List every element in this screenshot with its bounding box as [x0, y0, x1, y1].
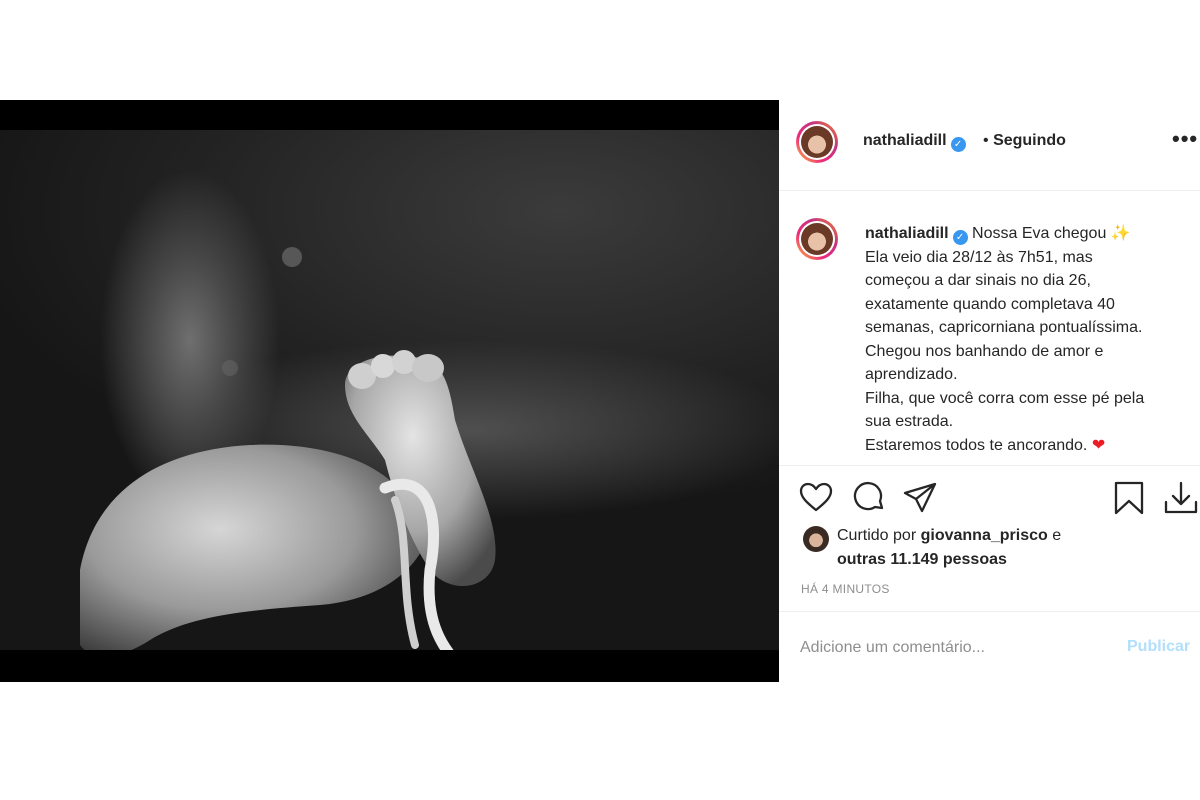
actions-divider — [779, 465, 1200, 466]
caption-last-line: Estaremos todos te ancorando. ❤ — [865, 434, 1195, 458]
download-icon[interactable] — [1163, 480, 1199, 516]
caption-line-1: nathaliadill ✓ Nossa Eva chegou ✨ — [865, 222, 1195, 246]
following-label[interactable]: Seguindo — [993, 132, 1066, 149]
sparkle-emoji-icon: ✨ — [1110, 225, 1131, 242]
post-photo[interactable] — [0, 100, 779, 682]
caption-avatar[interactable] — [796, 218, 838, 260]
caption-text: semanas, capricorniana pontualíssima. — [865, 319, 1143, 336]
caption-text: sua estrada. — [865, 413, 954, 430]
bookmark-icon[interactable] — [1111, 480, 1147, 516]
post-caption: nathaliadill ✓ Nossa Eva chegou ✨ Ela vei… — [865, 222, 1195, 457]
header-user: nathaliadill ✓ — [863, 132, 966, 152]
comment-divider — [779, 611, 1200, 612]
liker-avatar[interactable] — [803, 526, 829, 552]
caption-text: Filha, que você corra com esse pé pela — [865, 389, 1145, 407]
heart-icon[interactable] — [798, 480, 834, 516]
profile-photo — [801, 223, 833, 255]
likes-prefix: Curtido por — [837, 527, 917, 544]
caption-text: Estaremos todos te ancorando. — [865, 436, 1088, 454]
header-divider — [779, 190, 1200, 191]
caption-text: começou a dar sinais no dia 26, — [865, 272, 1091, 289]
share-icon[interactable] — [902, 480, 938, 516]
likes-others[interactable]: outras 11.149 pessoas — [837, 551, 1007, 568]
more-options-icon[interactable]: ••• — [1172, 126, 1198, 152]
header-username[interactable]: nathaliadill — [863, 132, 947, 149]
profile-photo — [801, 126, 833, 158]
author-avatar[interactable] — [796, 121, 838, 163]
baby-foot-illustration — [0, 100, 779, 682]
caption-text: Nossa Eva chegou — [972, 225, 1107, 242]
verified-icon: ✓ — [950, 137, 966, 152]
publish-button[interactable]: Publicar — [1127, 638, 1190, 656]
likes-summary: Curtido por giovanna_prisco e outras 11.… — [837, 524, 1061, 572]
follow-status[interactable]: • Seguindo — [983, 132, 1066, 150]
caption-text: aprendizado. — [865, 366, 958, 383]
heart-emoji-icon: ❤ — [1091, 436, 1106, 454]
likes-connector: e — [1052, 527, 1062, 544]
liker-username[interactable]: giovanna_prisco — [921, 527, 1048, 544]
caption-text: Ela veio dia 28/12 às 7h51, mas — [865, 248, 1093, 266]
caption-username[interactable]: nathaliadill — [865, 225, 949, 242]
caption-text: exatamente quando completava 40 — [865, 295, 1115, 313]
post-timestamp[interactable]: HÁ 4 MINUTOS — [801, 582, 890, 596]
caption-text: Chegou nos banhando de amor e — [865, 342, 1104, 360]
separator-dot: • — [983, 132, 989, 149]
verified-icon: ✓ — [952, 230, 968, 245]
comment-icon[interactable] — [851, 480, 887, 516]
comment-input[interactable] — [800, 634, 1120, 662]
